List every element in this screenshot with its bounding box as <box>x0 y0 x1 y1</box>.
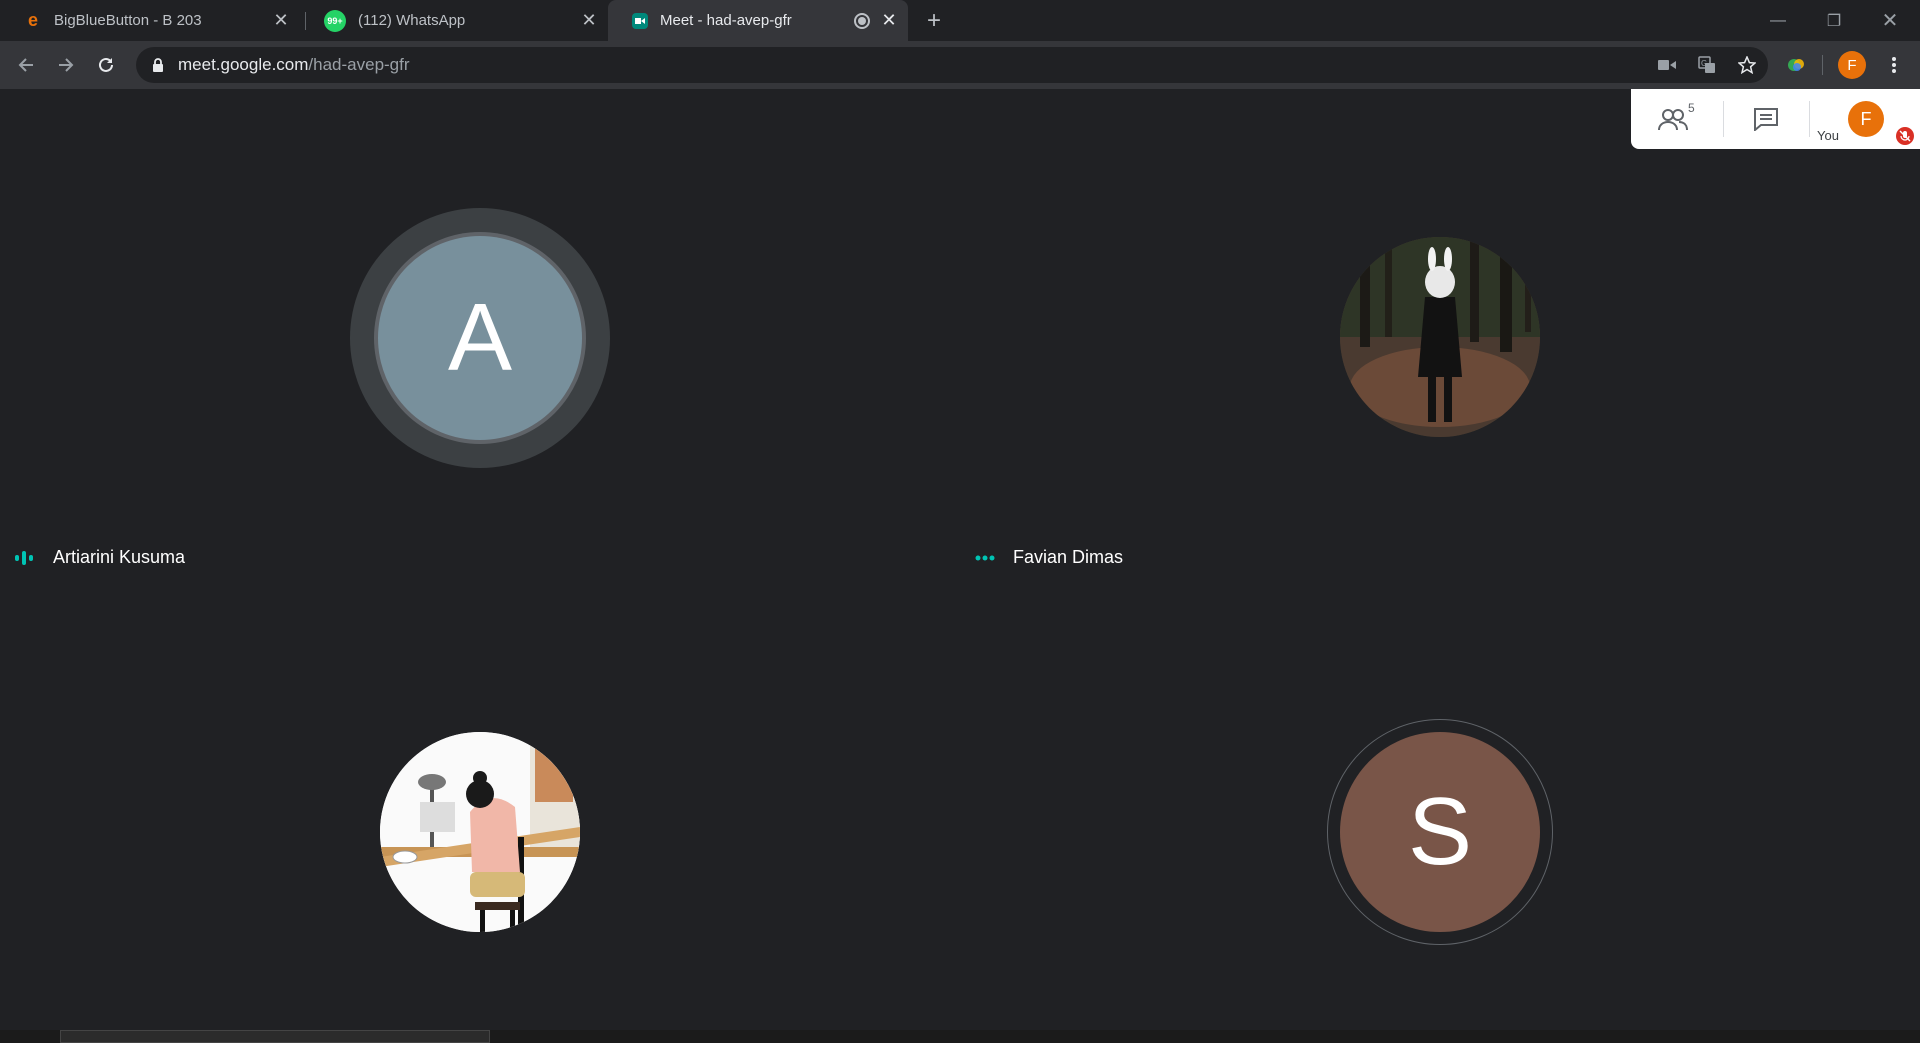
close-icon[interactable]: ✕ <box>878 10 900 32</box>
close-icon[interactable]: ✕ <box>578 10 600 32</box>
url-host: meet.google.com <box>178 55 309 74</box>
tab-whatsapp[interactable]: 99+ (112) WhatsApp ✕ <box>308 0 608 41</box>
recording-icon <box>854 12 870 29</box>
tab-meet[interactable]: Meet - had-avep-gfr ✕ <box>608 0 908 41</box>
forward-button[interactable] <box>52 51 80 79</box>
panel-separator <box>1723 101 1724 137</box>
os-taskbar <box>0 1030 1920 1043</box>
kebab-menu-icon[interactable] <box>1880 51 1908 79</box>
tab-title: Meet - had-avep-gfr <box>660 12 792 29</box>
mic-off-icon <box>1896 127 1914 145</box>
meet-grid: A Artiarini Kusuma Favian Dimas S 5 You … <box>0 89 1920 1043</box>
restore-button[interactable]: ❐ <box>1806 0 1862 41</box>
lock-icon[interactable] <box>152 58 164 72</box>
participant-tile[interactable]: Favian Dimas <box>960 89 1920 568</box>
participants-button[interactable]: 5 <box>1656 101 1696 137</box>
participant-photo <box>380 732 580 932</box>
meet-icon <box>632 12 648 29</box>
bookmark-star-icon[interactable] <box>1736 55 1758 75</box>
translate-icon[interactable]: G <box>1696 55 1718 75</box>
participants-count: 5 <box>1688 101 1695 115</box>
participant-name-label: Favian Dimas <box>975 547 1123 568</box>
participant-avatar: A <box>378 236 582 440</box>
url-path: /had-avep-gfr <box>308 55 410 74</box>
audio-level-icon <box>15 550 35 565</box>
camera-icon[interactable] <box>1656 55 1678 75</box>
participant-tile[interactable]: A Artiarini Kusuma <box>0 89 960 568</box>
profile-avatar[interactable]: F <box>1838 51 1866 79</box>
participant-photo <box>1340 237 1540 437</box>
reload-button[interactable] <box>92 51 120 79</box>
self-avatar[interactable]: F <box>1848 101 1884 137</box>
self-label: You <box>1817 128 1839 143</box>
participant-name: Favian Dimas <box>1013 547 1124 567</box>
browser-tabstrip: e BigBlueButton - B 203 ✕ 99+ (112) What… <box>0 0 1920 41</box>
tab-separator <box>305 12 306 30</box>
participant-name: Artiarini Kusuma <box>53 547 186 567</box>
tab-title: BigBlueButton - B 203 <box>54 12 202 29</box>
svg-text:G: G <box>1701 59 1707 68</box>
back-button[interactable] <box>12 51 40 79</box>
panel-separator <box>1809 101 1810 137</box>
more-options-icon[interactable] <box>975 551 995 565</box>
browser-toolbar: meet.google.com/had-avep-gfr G F <box>0 41 1920 89</box>
minimize-button[interactable]: — <box>1750 0 1806 41</box>
whatsapp-icon: 99+ <box>324 9 346 32</box>
toolbar-separator <box>1822 55 1823 75</box>
close-window-button[interactable]: ✕ <box>1862 0 1918 41</box>
participant-name-label: Artiarini Kusuma <box>15 547 185 568</box>
new-tab-button[interactable]: + <box>920 7 948 34</box>
participant-avatar: S <box>1340 732 1540 932</box>
url-text: meet.google.com/had-avep-gfr <box>178 55 410 75</box>
tab-bigbluebutton[interactable]: e BigBlueButton - B 203 ✕ <box>0 0 300 41</box>
participant-tile[interactable]: S <box>960 566 1920 1043</box>
participant-tile[interactable] <box>0 566 960 1043</box>
taskbar-search[interactable] <box>60 1030 490 1043</box>
bigbluebutton-icon: e <box>27 10 38 30</box>
avatar-initial: S <box>1407 778 1473 885</box>
avatar-initial: A <box>447 284 513 391</box>
address-bar[interactable]: meet.google.com/had-avep-gfr G <box>136 47 1768 83</box>
extension-icon[interactable] <box>1782 51 1810 79</box>
chat-button[interactable] <box>1746 101 1786 137</box>
tab-title: (112) WhatsApp <box>358 12 466 29</box>
close-icon[interactable]: ✕ <box>270 10 292 32</box>
